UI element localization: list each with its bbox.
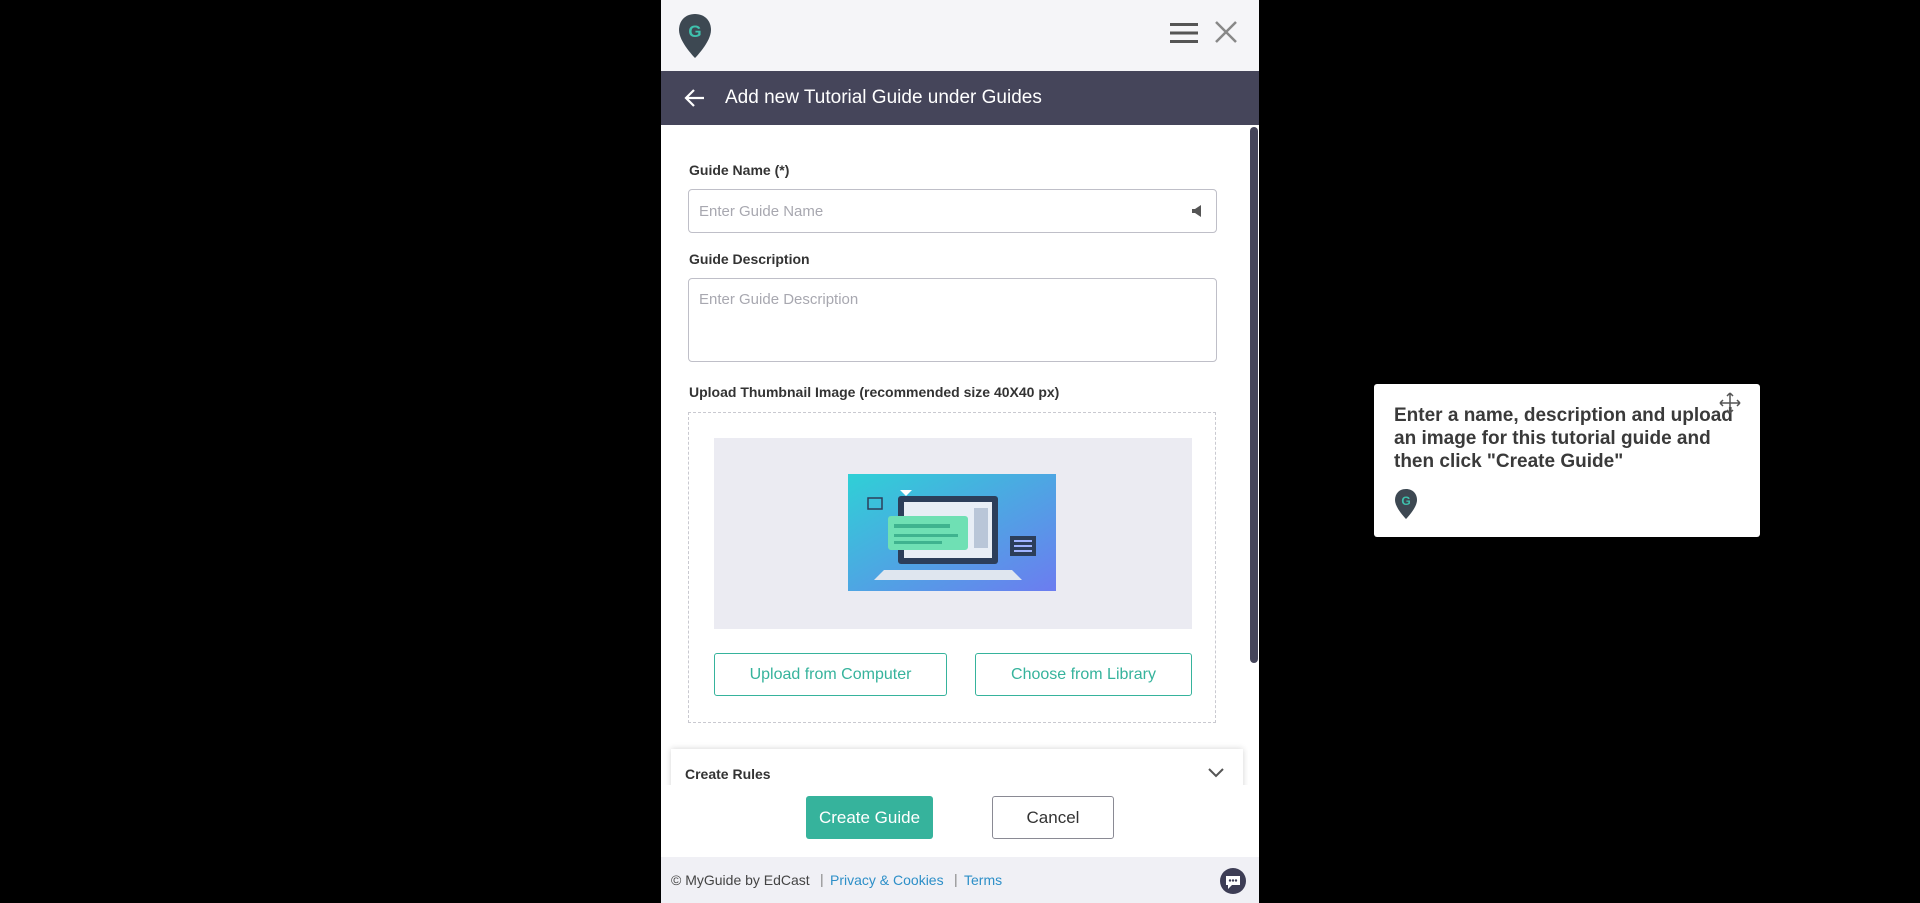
privacy-cookies-link[interactable]: Privacy & Cookies [830, 872, 944, 888]
cancel-button[interactable]: Cancel [992, 796, 1114, 839]
hamburger-menu-icon[interactable] [1169, 19, 1199, 47]
close-icon[interactable] [1212, 18, 1240, 46]
copyright-text: © MyGuide by EdCast [671, 872, 810, 888]
scrollbar-thumb[interactable] [1250, 127, 1258, 663]
upload-from-computer-button[interactable]: Upload from Computer [714, 653, 947, 696]
panel-footer: © MyGuide by EdCast | Privacy & Cookies … [661, 857, 1259, 903]
tooltip-text: Enter a name, description and upload an … [1394, 405, 1733, 472]
back-arrow-icon[interactable] [683, 86, 707, 110]
thumbnail-preview [714, 438, 1192, 629]
move-icon[interactable] [1719, 392, 1741, 414]
terms-link[interactable]: Terms [964, 872, 1002, 888]
footer-separator: | [820, 871, 824, 887]
svg-text:G: G [688, 22, 701, 41]
myguide-panel: G Add new Tutorial Guide under Guides Gu… [661, 0, 1259, 903]
thumbnail-label: Upload Thumbnail Image (recommended size… [689, 384, 1060, 400]
thumbnail-placeholder-image [848, 474, 1056, 591]
create-rules-section[interactable]: Create Rules [671, 749, 1243, 785]
myguide-logo-icon: G [679, 14, 711, 58]
guide-name-input[interactable] [688, 189, 1217, 233]
speaker-icon[interactable] [1191, 204, 1205, 218]
guide-tooltip: Enter a name, description and upload an … [1374, 384, 1760, 537]
guide-description-input[interactable] [688, 278, 1217, 362]
chat-icon[interactable] [1219, 867, 1247, 895]
svg-text:G: G [1401, 494, 1410, 508]
thumbnail-upload-area: Upload from Computer Choose from Library [688, 412, 1216, 723]
guide-description-label: Guide Description [689, 251, 810, 267]
myguide-logo-icon: G [1395, 489, 1417, 519]
page-title: Add new Tutorial Guide under Guides [725, 87, 1042, 108]
create-rules-label: Create Rules [685, 766, 771, 782]
panel-topbar: G [661, 0, 1259, 71]
guide-name-label: Guide Name (*) [689, 162, 790, 178]
form-content: Guide Name (*) Guide Description Upload … [661, 125, 1249, 785]
chevron-down-icon[interactable] [1207, 766, 1225, 780]
form-actions: Create Guide Cancel [661, 785, 1259, 857]
panel-title-bar: Add new Tutorial Guide under Guides [661, 71, 1259, 125]
choose-from-library-button[interactable]: Choose from Library [975, 653, 1192, 696]
footer-separator: | [954, 871, 958, 887]
content-scrollbar[interactable] [1248, 125, 1259, 785]
create-guide-button[interactable]: Create Guide [806, 796, 933, 839]
